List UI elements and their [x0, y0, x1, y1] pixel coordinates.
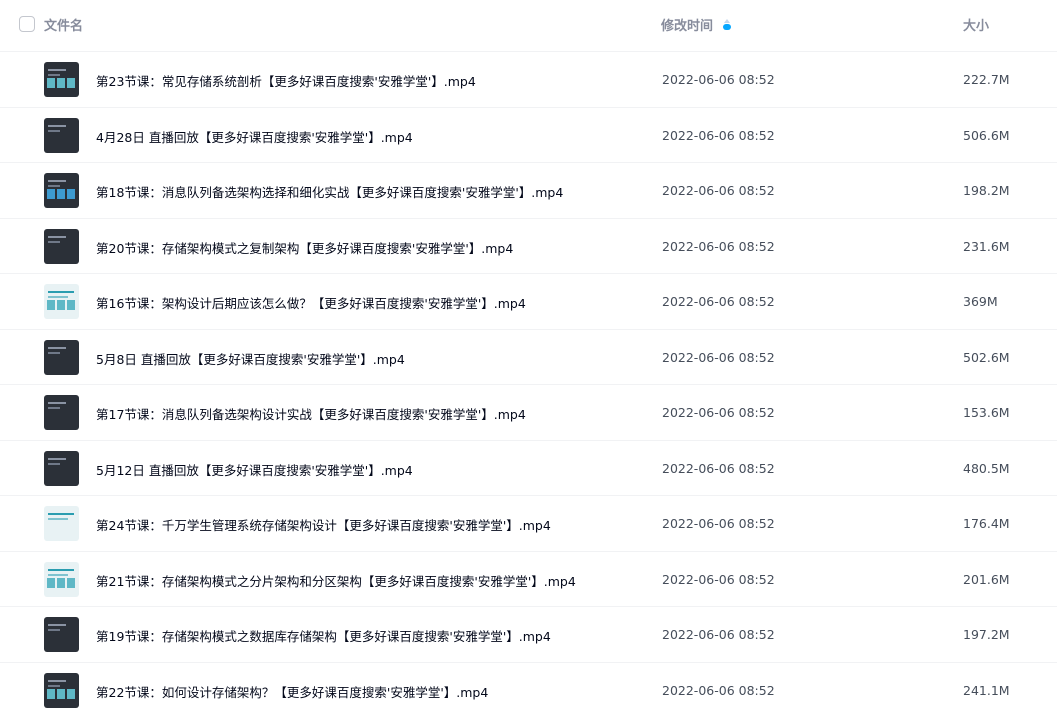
file-modified-time: 2022-06-06 08:52: [662, 516, 775, 531]
file-size: 480.5M: [963, 460, 1010, 476]
sort-icon[interactable]: [723, 18, 732, 31]
file-row[interactable]: 5月8日 直播回放【更多好课百度搜索'安雅学堂'】.mp4 2022-06-06 …: [0, 328, 1057, 385]
file-row[interactable]: 第18节课：消息队列备选架构选择和细化实战【更多好课百度搜索'安雅学堂'】.mp…: [0, 162, 1057, 218]
file-size: 231.6M: [963, 238, 1010, 254]
file-row[interactable]: 第19节课：存储架构模式之数据库存储架构【更多好课百度搜索'安雅学堂'】.mp4…: [0, 606, 1057, 662]
file-row[interactable]: 第22节课：如何设计存储架构？【更多好课百度搜索'安雅学堂'】.mp4 2022-…: [0, 661, 1057, 718]
file-size: 197.2M: [963, 627, 1010, 642]
file-size: 369M: [963, 294, 998, 309]
file-name[interactable]: 第23节课：常见存储系统剖析【更多好课百度搜索'安雅学堂'】.mp4: [96, 71, 476, 90]
file-modified-time: 2022-06-06 08:52: [662, 349, 775, 365]
column-header-modified-time-label: 修改时间: [661, 19, 714, 34]
video-thumbnail[interactable]: [44, 561, 79, 597]
file-row[interactable]: 第24节课：千万学生管理系统存储架构设计【更多好课百度搜索'安雅学堂'】.mp4…: [0, 495, 1057, 551]
select-all-checkbox[interactable]: [19, 16, 35, 32]
file-modified-time: 2022-06-06 08:52: [662, 183, 775, 198]
video-thumbnail[interactable]: [44, 62, 79, 97]
file-modified-time: 2022-06-06 08:52: [662, 238, 775, 254]
video-thumbnail[interactable]: [44, 450, 79, 486]
file-name[interactable]: 4月28日 直播回放【更多好课百度搜索'安雅学堂'】.mp4: [96, 127, 413, 146]
video-thumbnail[interactable]: [44, 284, 79, 319]
file-row[interactable]: 4月28日 直播回放【更多好课百度搜索'安雅学堂'】.mp4 2022-06-06…: [0, 106, 1057, 163]
file-name[interactable]: 5月12日 直播回放【更多好课百度搜索'安雅学堂'】.mp4: [96, 460, 413, 479]
file-name[interactable]: 第20节课：存储架构模式之复制架构【更多好课百度搜索'安雅学堂'】.mp4: [96, 238, 513, 257]
file-size: 502.6M: [963, 349, 1010, 365]
file-size: 201.6M: [963, 571, 1010, 587]
file-modified-time: 2022-06-06 08:52: [662, 405, 775, 420]
file-modified-time: 2022-06-06 08:52: [662, 460, 775, 476]
video-thumbnail[interactable]: [44, 117, 79, 153]
file-modified-time: 2022-06-06 08:52: [662, 627, 775, 642]
file-modified-time: 2022-06-06 08:52: [662, 571, 775, 587]
file-size: 176.4M: [963, 516, 1010, 531]
file-row[interactable]: 第16节课：架构设计后期应该怎么做？【更多好课百度搜索'安雅学堂'】.mp4 20…: [0, 273, 1057, 329]
file-name[interactable]: 第19节课：存储架构模式之数据库存储架构【更多好课百度搜索'安雅学堂'】.mp4: [96, 626, 551, 645]
file-modified-time: 2022-06-06 08:52: [662, 72, 775, 87]
file-row[interactable]: 5月12日 直播回放【更多好课百度搜索'安雅学堂'】.mp4 2022-06-06…: [0, 439, 1057, 496]
file-name[interactable]: 第21节课：存储架构模式之分片架构和分区架构【更多好课百度搜索'安雅学堂'】.m…: [96, 571, 576, 590]
file-size: 222.7M: [963, 72, 1010, 87]
file-row[interactable]: 第21节课：存储架构模式之分片架构和分区架构【更多好课百度搜索'安雅学堂'】.m…: [0, 550, 1057, 607]
file-name[interactable]: 第24节课：千万学生管理系统存储架构设计【更多好课百度搜索'安雅学堂'】.mp4: [96, 515, 551, 534]
file-modified-time: 2022-06-06 08:52: [662, 127, 775, 143]
video-thumbnail[interactable]: [44, 506, 79, 541]
file-list-header: 文件名 修改时间 大小: [0, 0, 1057, 48]
video-thumbnail[interactable]: [44, 339, 79, 375]
column-header-size[interactable]: 大小: [963, 15, 989, 34]
video-thumbnail[interactable]: [44, 395, 79, 430]
file-name[interactable]: 第18节课：消息队列备选架构选择和细化实战【更多好课百度搜索'安雅学堂'】.mp…: [96, 182, 563, 201]
file-name[interactable]: 第22节课：如何设计存储架构？【更多好课百度搜索'安雅学堂'】.mp4: [96, 682, 488, 701]
file-size: 153.6M: [963, 405, 1010, 420]
file-size: 241.1M: [963, 682, 1010, 698]
column-header-modified-time[interactable]: 修改时间: [661, 15, 732, 34]
file-name[interactable]: 5月8日 直播回放【更多好课百度搜索'安雅学堂'】.mp4: [96, 349, 405, 368]
file-size: 198.2M: [963, 183, 1010, 198]
video-thumbnail[interactable]: [44, 173, 79, 208]
file-list: 第23节课：常见存储系统剖析【更多好课百度搜索'安雅学堂'】.mp4 2022-0…: [0, 51, 1057, 717]
video-thumbnail[interactable]: [44, 672, 79, 708]
file-name[interactable]: 第17节课：消息队列备选架构设计实战【更多好课百度搜索'安雅学堂'】.mp4: [96, 404, 526, 423]
file-modified-time: 2022-06-06 08:52: [662, 294, 775, 309]
file-modified-time: 2022-06-06 08:52: [662, 682, 775, 698]
video-thumbnail[interactable]: [44, 228, 79, 264]
file-row[interactable]: 第23节课：常见存储系统剖析【更多好课百度搜索'安雅学堂'】.mp4 2022-0…: [0, 51, 1057, 107]
file-row[interactable]: 第20节课：存储架构模式之复制架构【更多好课百度搜索'安雅学堂'】.mp4 202…: [0, 217, 1057, 274]
video-thumbnail[interactable]: [44, 617, 79, 652]
column-header-filename[interactable]: 文件名: [44, 15, 83, 34]
file-name[interactable]: 第16节课：架构设计后期应该怎么做？【更多好课百度搜索'安雅学堂'】.mp4: [96, 293, 526, 312]
file-size: 506.6M: [963, 127, 1010, 143]
file-row[interactable]: 第17节课：消息队列备选架构设计实战【更多好课百度搜索'安雅学堂'】.mp4 20…: [0, 384, 1057, 440]
